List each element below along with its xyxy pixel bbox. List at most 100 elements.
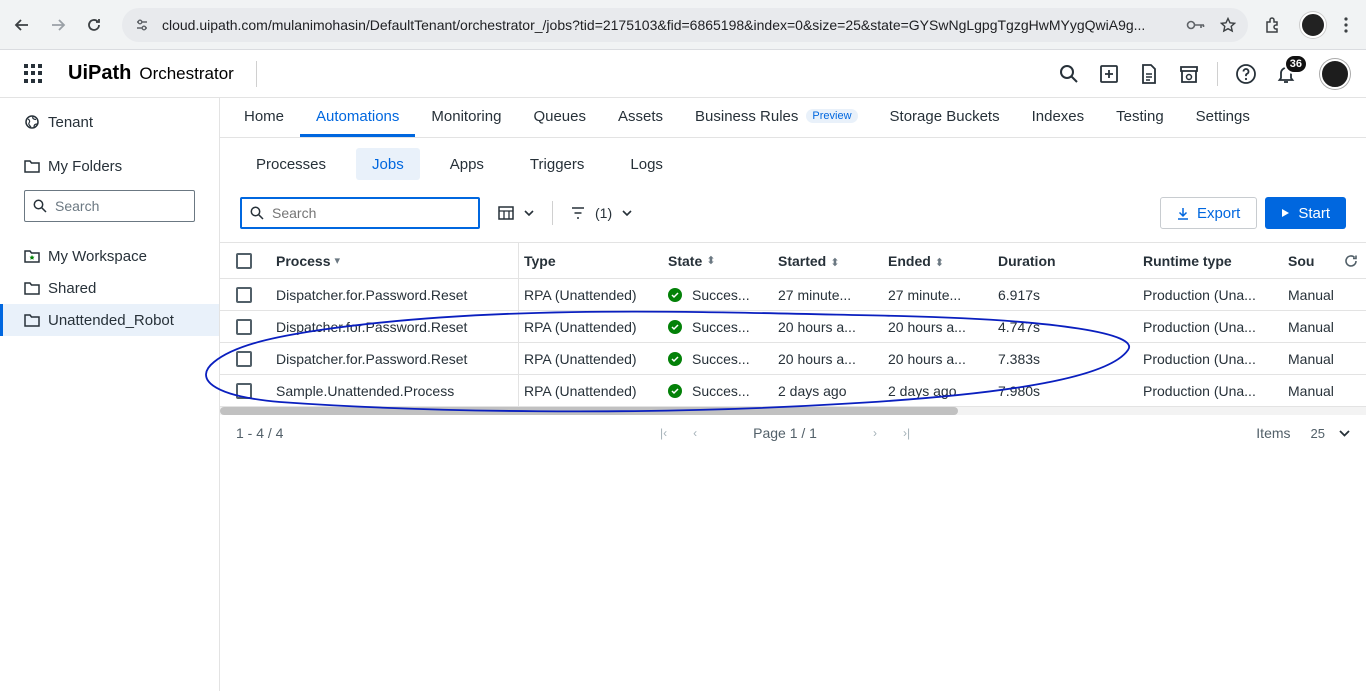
row-checkbox[interactable] (236, 350, 252, 367)
success-check-icon (668, 351, 682, 366)
sidebar-item-unattended-robot[interactable]: Unattended_Robot (0, 304, 219, 336)
tab-storage-buckets[interactable]: Storage Buckets (874, 98, 1016, 137)
tab-home[interactable]: Home (228, 98, 300, 137)
sidebar-item-label: Unattended_Robot (48, 311, 174, 329)
brand-name: UiPath (68, 62, 132, 84)
table-row[interactable]: Dispatcher.for.Password.Reset RPA (Unatt… (220, 343, 1366, 375)
table-row[interactable]: Sample.Unattended.Process RPA (Unattende… (220, 375, 1366, 407)
cell-started: 2 days ago (778, 382, 847, 399)
extensions-icon[interactable] (1264, 16, 1282, 34)
row-select-cell (220, 318, 272, 335)
header-source[interactable]: Sou (1284, 253, 1334, 269)
tab-monitoring[interactable]: Monitoring (415, 98, 517, 137)
sidebar-item-my-workspace[interactable]: My Workspace (0, 240, 219, 272)
subtab-jobs[interactable]: Jobs (356, 148, 420, 180)
back-button[interactable] (8, 11, 36, 39)
search-icon (33, 199, 47, 213)
last-page-button[interactable]: ›| (903, 426, 910, 440)
document-icon[interactable] (1137, 62, 1161, 86)
cell-started: 27 minute... (778, 286, 852, 303)
page-size-select[interactable]: 25 (1311, 426, 1350, 441)
user-avatar[interactable] (1320, 58, 1350, 89)
row-checkbox[interactable] (236, 286, 252, 303)
header-state[interactable]: State ⬍ (664, 253, 774, 269)
chevron-down-icon (524, 210, 534, 216)
header-started[interactable]: Started ⬍ (774, 253, 884, 269)
table-row[interactable]: Dispatcher.for.Password.Reset RPA (Unatt… (220, 279, 1366, 311)
browser-toolbar: cloud.uipath.com/mulanimohasin/DefaultTe… (0, 0, 1366, 50)
export-button[interactable]: Export (1159, 197, 1258, 229)
tab-testing[interactable]: Testing (1100, 98, 1180, 137)
cell-ended: 27 minute... (888, 286, 962, 303)
success-check-icon (668, 319, 682, 334)
first-page-button[interactable]: |‹ (660, 426, 667, 440)
cell-state: Succes... (664, 351, 774, 367)
browser-profile-avatar[interactable] (1300, 11, 1326, 38)
cell-runtime-type: Production (Una... (1143, 382, 1256, 399)
row-checkbox[interactable] (236, 318, 252, 335)
app-launcher-icon[interactable] (24, 63, 44, 84)
add-icon[interactable] (1097, 62, 1121, 86)
cell-source: Manual (1288, 382, 1334, 399)
filter-button[interactable]: (1) (571, 205, 632, 221)
tab-automations[interactable]: Automations (300, 98, 416, 137)
cell-source: Manual (1288, 286, 1334, 303)
notifications-bell-icon[interactable]: 36 (1274, 53, 1308, 86)
subtab-apps[interactable]: Apps (434, 148, 500, 180)
tab-business-rules[interactable]: Business Rules Preview (679, 98, 874, 137)
tenant-link[interactable]: Tenant (0, 106, 219, 138)
sidebar-item-shared[interactable]: Shared (0, 272, 219, 304)
site-info-icon[interactable] (134, 17, 150, 33)
header-process[interactable]: Process ▾ (272, 243, 519, 278)
brand-logo[interactable]: UiPath Orchestrator (68, 62, 234, 85)
row-checkbox[interactable] (236, 382, 252, 399)
filter-icon (572, 207, 584, 219)
header-ended[interactable]: Ended ⬍ (884, 253, 994, 269)
tab-assets[interactable]: Assets (602, 98, 679, 137)
grid-header-row: Process ▾ Type State ⬍ Started ⬍ Ended ⬍ Dur… (220, 243, 1366, 279)
subtab-logs[interactable]: Logs (614, 148, 679, 180)
folder-icon (24, 313, 40, 327)
start-button[interactable]: Start (1265, 197, 1346, 229)
play-icon (1282, 209, 1290, 217)
notifications-badge: 36 (1283, 53, 1308, 74)
forward-button[interactable] (44, 11, 72, 39)
cell-ended: 20 hours a... (888, 318, 966, 335)
subtab-processes[interactable]: Processes (240, 148, 342, 180)
refresh-icon[interactable] (1334, 254, 1364, 268)
header-state-label: State (668, 252, 703, 269)
items-label: Items (1256, 425, 1291, 441)
row-select-cell (220, 382, 272, 399)
header-runtime-type[interactable]: Runtime type (1139, 253, 1284, 269)
header-separator (1217, 61, 1218, 86)
tab-settings[interactable]: Settings (1180, 98, 1266, 137)
jobs-search-field[interactable] (240, 197, 480, 229)
bookmark-star-icon[interactable] (1220, 16, 1236, 33)
select-all-checkbox[interactable] (236, 252, 252, 269)
url-text[interactable]: cloud.uipath.com/mulanimohasin/DefaultTe… (162, 17, 1172, 33)
main-content: Home Automations Monitoring Queues Asset… (205, 98, 1366, 691)
prev-page-button[interactable]: ‹ (693, 426, 697, 440)
tab-queues[interactable]: Queues (517, 98, 602, 137)
header-type[interactable]: Type (519, 253, 664, 269)
search-icon[interactable] (1057, 62, 1081, 86)
column-picker-button[interactable] (498, 206, 534, 220)
help-icon[interactable] (1234, 62, 1258, 86)
browser-menu-icon[interactable] (1344, 16, 1348, 33)
start-label: Start (1298, 204, 1330, 222)
tab-indexes[interactable]: Indexes (1016, 98, 1101, 137)
subtab-triggers[interactable]: Triggers (514, 148, 600, 180)
next-page-button[interactable]: › (873, 426, 877, 440)
address-bar[interactable]: cloud.uipath.com/mulanimohasin/DefaultTe… (122, 7, 1248, 42)
folder-search-input[interactable]: Search (24, 190, 195, 222)
horizontal-scrollbar[interactable] (220, 407, 1366, 415)
key-icon[interactable] (1186, 17, 1206, 33)
preview-badge: Preview (806, 109, 858, 123)
scrollbar-thumb[interactable] (220, 407, 958, 415)
header-duration[interactable]: Duration (994, 253, 1139, 269)
reload-button[interactable] (80, 11, 108, 39)
tab-business-rules-label: Business Rules (695, 107, 799, 125)
table-row[interactable]: Dispatcher.for.Password.Reset RPA (Unatt… (220, 311, 1366, 343)
store-icon[interactable] (1177, 62, 1201, 86)
jobs-search-input[interactable] (272, 205, 452, 221)
